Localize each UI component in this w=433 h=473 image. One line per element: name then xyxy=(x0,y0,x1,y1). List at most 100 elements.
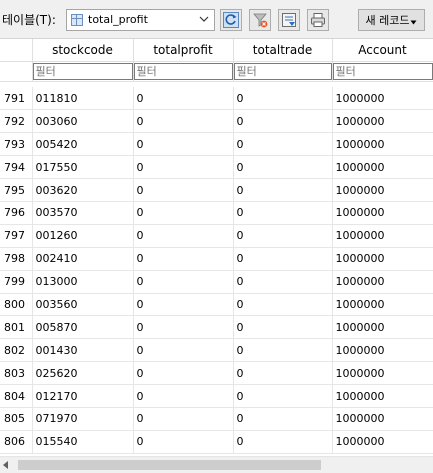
cell-account[interactable]: 1000000 xyxy=(332,132,433,157)
cell-totaltrade[interactable]: 0 xyxy=(233,224,333,248)
cell-totalprofit[interactable]: 0 xyxy=(133,293,234,317)
cell-account[interactable]: 1000000 xyxy=(332,407,433,431)
horizontal-scrollbar[interactable] xyxy=(0,456,433,473)
table-row[interactable]: 794 017550 0 0 1000000 xyxy=(0,155,433,180)
save-button[interactable] xyxy=(278,9,300,31)
cell-totaltrade[interactable]: 0 xyxy=(233,247,333,271)
cell-stockcode[interactable]: 012170 xyxy=(32,384,134,408)
table-row[interactable]: 792 003060 0 0 1000000 xyxy=(0,109,433,134)
table-row[interactable]: 793 005420 0 0 1000000 xyxy=(0,132,433,157)
cell-totalprofit[interactable]: 0 xyxy=(133,178,234,202)
cell-totalprofit[interactable]: 0 xyxy=(133,247,234,271)
table-row[interactable]: 804 012170 0 0 1000000 xyxy=(0,384,433,408)
cell-stockcode[interactable]: 005870 xyxy=(32,315,134,340)
cell-stockcode[interactable]: 017550 xyxy=(32,155,134,180)
cell-account[interactable]: 1000000 xyxy=(332,109,433,134)
cell-account[interactable]: 1000000 xyxy=(332,384,433,408)
scroll-left-arrow-icon[interactable] xyxy=(3,461,8,469)
cell-account[interactable]: 1000000 xyxy=(332,338,433,363)
cell-stockcode[interactable]: 002410 xyxy=(32,247,134,271)
cell-totaltrade[interactable]: 0 xyxy=(233,338,333,363)
cell-account[interactable]: 1000000 xyxy=(332,270,433,294)
table-row[interactable]: 796 003570 0 0 1000000 xyxy=(0,201,433,225)
new-record-button[interactable]: 새 레코드 xyxy=(358,9,425,31)
cell-account[interactable]: 1000000 xyxy=(332,178,433,202)
cell-account[interactable]: 1000000 xyxy=(332,430,433,454)
cell-stockcode[interactable]: 005420 xyxy=(32,132,134,157)
filter-input-account[interactable] xyxy=(332,62,433,80)
cell-totaltrade[interactable]: 0 xyxy=(233,178,333,202)
scrollbar-thumb[interactable] xyxy=(18,460,321,470)
cell-totaltrade[interactable]: 0 xyxy=(233,407,333,431)
cell-stockcode[interactable]: 025620 xyxy=(32,361,134,386)
cell-totalprofit[interactable]: 0 xyxy=(133,430,234,454)
cell-totaltrade[interactable]: 0 xyxy=(233,361,333,386)
cell-stockcode[interactable]: 011810 xyxy=(32,87,134,111)
cell-stockcode[interactable]: 003570 xyxy=(32,201,134,225)
cell-totalprofit[interactable]: 0 xyxy=(133,109,234,134)
table-row[interactable]: 801 005870 0 0 1000000 xyxy=(0,315,433,340)
table-row[interactable]: 806 015540 0 0 1000000 xyxy=(0,430,433,454)
cell-stockcode[interactable]: 015540 xyxy=(32,430,134,454)
cell-totaltrade[interactable]: 0 xyxy=(233,132,333,157)
cell-account[interactable]: 1000000 xyxy=(332,201,433,225)
table-row[interactable]: 805 071970 0 0 1000000 xyxy=(0,407,433,431)
cell-account[interactable]: 1000000 xyxy=(332,315,433,340)
table-row[interactable]: 795 003620 0 0 1000000 xyxy=(0,178,433,202)
table-row[interactable]: 803 025620 0 0 1000000 xyxy=(0,361,433,386)
cell-stockcode[interactable]: 001430 xyxy=(32,338,134,363)
cell-totalprofit[interactable]: 0 xyxy=(133,361,234,386)
cell-totalprofit[interactable]: 0 xyxy=(133,407,234,431)
cell-totalprofit[interactable]: 0 xyxy=(133,338,234,363)
cell-totaltrade[interactable]: 0 xyxy=(233,293,333,317)
refresh-button[interactable] xyxy=(220,9,242,31)
cell-totaltrade[interactable]: 0 xyxy=(233,109,333,134)
cell-totaltrade[interactable]: 0 xyxy=(233,315,333,340)
table-row[interactable]: 797 001260 0 0 1000000 xyxy=(0,224,433,248)
row-number-header xyxy=(0,39,33,62)
cell-stockcode[interactable]: 071970 xyxy=(32,407,134,431)
cell-totalprofit[interactable]: 0 xyxy=(133,270,234,294)
cell-totaltrade[interactable]: 0 xyxy=(233,155,333,180)
filter-input-totaltrade[interactable] xyxy=(233,62,332,80)
cell-totalprofit[interactable]: 0 xyxy=(133,132,234,157)
filter-input-stockcode[interactable] xyxy=(32,62,133,80)
table-row[interactable]: 798 002410 0 0 1000000 xyxy=(0,247,433,271)
table-row[interactable]: 799 013000 0 0 1000000 xyxy=(0,270,433,294)
print-button[interactable] xyxy=(307,9,329,31)
table-row[interactable]: 800 003560 0 0 1000000 xyxy=(0,293,433,317)
table-icon xyxy=(71,14,83,26)
cell-totalprofit[interactable]: 0 xyxy=(133,201,234,225)
cell-totaltrade[interactable]: 0 xyxy=(233,430,333,454)
cell-totaltrade[interactable]: 0 xyxy=(233,270,333,294)
cell-account[interactable]: 1000000 xyxy=(332,155,433,180)
table-select[interactable]: total_profit xyxy=(66,9,215,31)
cell-totalprofit[interactable]: 0 xyxy=(133,87,234,111)
cell-stockcode[interactable]: 003620 xyxy=(32,178,134,202)
cell-stockcode[interactable]: 001260 xyxy=(32,224,134,248)
column-header-account[interactable]: Account xyxy=(332,39,433,62)
cell-stockcode[interactable]: 003060 xyxy=(32,109,134,134)
column-header-stockcode[interactable]: stockcode xyxy=(32,39,134,62)
cell-account[interactable]: 1000000 xyxy=(332,87,433,111)
cell-totaltrade[interactable]: 0 xyxy=(233,201,333,225)
row-number: 799 xyxy=(0,270,33,294)
cell-account[interactable]: 1000000 xyxy=(332,361,433,386)
table-row[interactable]: 791 011810 0 0 1000000 xyxy=(0,87,433,111)
cell-totalprofit[interactable]: 0 xyxy=(133,155,234,180)
cell-account[interactable]: 1000000 xyxy=(332,247,433,271)
cell-totalprofit[interactable]: 0 xyxy=(133,315,234,340)
cell-stockcode[interactable]: 013000 xyxy=(32,270,134,294)
cell-account[interactable]: 1000000 xyxy=(332,224,433,248)
cell-stockcode[interactable]: 003560 xyxy=(32,293,134,317)
cell-totalprofit[interactable]: 0 xyxy=(133,384,234,408)
clear-filter-button[interactable] xyxy=(249,9,271,31)
cell-totaltrade[interactable]: 0 xyxy=(233,87,333,111)
column-header-totaltrade[interactable]: totaltrade xyxy=(233,39,333,62)
cell-totalprofit[interactable]: 0 xyxy=(133,224,234,248)
cell-totaltrade[interactable]: 0 xyxy=(233,384,333,408)
table-row[interactable]: 802 001430 0 0 1000000 xyxy=(0,338,433,363)
column-header-totalprofit[interactable]: totalprofit xyxy=(133,39,234,62)
cell-account[interactable]: 1000000 xyxy=(332,293,433,317)
filter-input-totalprofit[interactable] xyxy=(133,62,233,80)
